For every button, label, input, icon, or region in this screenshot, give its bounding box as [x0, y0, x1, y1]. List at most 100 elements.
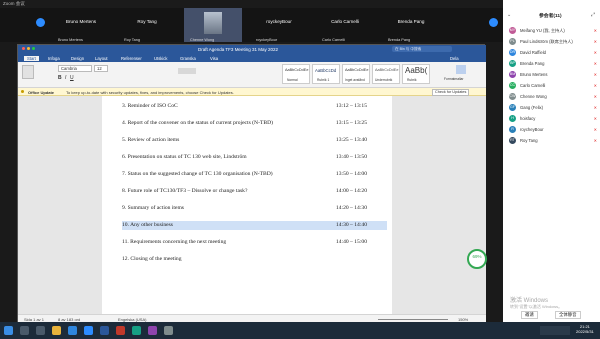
participant-row[interactable]: PL Paul Lindström (联席主持人) ✕ — [509, 38, 597, 47]
app-icon[interactable] — [132, 326, 141, 335]
search-icon[interactable] — [20, 326, 29, 335]
file-explorer-icon[interactable] — [52, 326, 61, 335]
style-label: Rubrik 1 — [317, 78, 330, 82]
tab-referenser[interactable]: Referenser — [121, 56, 142, 61]
agenda-item-time: 13:50 – 14:00 — [335, 171, 367, 177]
video-tile[interactable]: royckeyBour royckeyBour — [250, 8, 308, 42]
styles-pane-button[interactable]: Formatmallar — [442, 64, 482, 84]
avatar: CW — [509, 93, 516, 100]
mic-muted-icon[interactable]: ✕ — [594, 116, 597, 121]
edge-icon[interactable] — [68, 326, 77, 335]
participant-row[interactable]: MY Meifang YU (我, 主持人) ✕ — [509, 27, 597, 36]
search-field[interactable]: 在 Bin 与 中搜索 — [392, 46, 452, 52]
participant-row[interactable]: CW Chenne Wong ✕ — [509, 93, 597, 102]
style-normal[interactable]: AaBbCcDdEe Normal — [282, 64, 310, 84]
agenda-item: 4. Report of the convener on the status … — [122, 119, 387, 128]
video-tile[interactable]: Brenda Pang Brenda Pang — [382, 8, 440, 42]
mic-muted-icon[interactable]: ✕ — [594, 39, 597, 44]
close-dot-icon[interactable] — [22, 47, 25, 50]
style-preview: AaBbCcDd — [315, 68, 337, 73]
participant-row[interactable]: Hhoisfacy ✕ — [509, 115, 597, 124]
mic-muted-icon[interactable]: ✕ — [594, 61, 597, 66]
clock[interactable]: 21:21 2022/5/31 — [576, 324, 594, 334]
app-icon[interactable] — [164, 326, 173, 335]
participant-row[interactable]: RT Roy Tang ✕ — [509, 137, 597, 146]
video-tile[interactable]: Carlo Carnelli Carlo Carnelli — [316, 8, 374, 42]
share-button[interactable]: Dela — [450, 56, 459, 61]
font-name-select[interactable]: Cambria — [58, 65, 92, 72]
ribbon-home: Cambria 12 B I U AaBbCcDdEe Normal AaBbC… — [18, 62, 486, 88]
agenda-item: 9. Summary of action items 14:20 – 14:30 — [122, 204, 387, 213]
participant-row[interactable]: GF Gang (Felix) ✕ — [509, 104, 597, 113]
italic-icon[interactable]: I — [65, 75, 66, 81]
mic-muted-icon[interactable]: ✕ — [594, 138, 597, 143]
zoom-slider[interactable] — [378, 319, 448, 320]
participant-name: hoisfacy — [520, 116, 536, 121]
start-icon[interactable] — [4, 326, 13, 335]
mic-muted-icon[interactable]: ✕ — [594, 94, 597, 99]
agenda-item-time: 13:12 – 13:15 — [335, 103, 367, 109]
mute-all-button[interactable]: 全体静音 — [555, 311, 581, 319]
bold-icon[interactable]: B — [58, 75, 62, 81]
tab-visa[interactable]: Visa — [210, 56, 218, 61]
style-no-spacing[interactable]: AaBbCcDdEe Inget avstånd — [342, 64, 370, 84]
agenda-item-time: 14:40 – 15:00 — [335, 239, 367, 245]
font-size-select[interactable]: 12 — [94, 65, 108, 72]
paste-icon[interactable] — [22, 65, 34, 79]
mic-muted-icon[interactable]: ✕ — [594, 50, 597, 55]
agenda-item-text: 10. Any other business — [122, 222, 173, 228]
mic-muted-icon[interactable]: ✕ — [594, 105, 597, 110]
agenda-item-selected: 10. Any other business 14:30 – 14:40 — [122, 221, 387, 230]
app-icon[interactable] — [116, 326, 125, 335]
agenda-item-time: 13:40 – 13:50 — [335, 154, 367, 160]
participant-row[interactable]: DR David Raffield ✕ — [509, 49, 597, 58]
document-page[interactable]: 3. Reminder of ISO CoC 13:12 – 13:15 4. R… — [102, 96, 392, 314]
video-tile[interactable]: Chenne Wong — [184, 8, 242, 42]
invite-button[interactable]: 邀请 — [521, 311, 538, 319]
mic-muted-icon[interactable]: ✕ — [594, 72, 597, 77]
tab-layout[interactable]: Layout — [95, 56, 108, 61]
avatar: PL — [509, 38, 516, 45]
office-update-bar: Office Update To keep up-to-date with se… — [18, 88, 486, 96]
participants-panel: 参会者(11) ⌄ ⤢ MY Meifang YU (我, 主持人) ✕ PL Pau… — [503, 0, 600, 322]
tab-start[interactable]: Start — [24, 55, 39, 61]
participant-row[interactable]: RroycheyBour ✕ — [509, 126, 597, 135]
agenda-item-text: 4. Report of the convener on the status … — [122, 120, 273, 126]
participant-row[interactable]: CC Carlo Carnelli ✕ — [509, 82, 597, 91]
minimize-dot-icon[interactable] — [27, 47, 30, 50]
styles-pane-icon — [456, 65, 466, 74]
mic-muted-icon[interactable]: ✕ — [594, 127, 597, 132]
check-for-updates-button[interactable]: Check for Updates — [432, 89, 470, 96]
maximize-dot-icon[interactable] — [32, 47, 35, 50]
style-heading-1[interactable]: AaBbCcDd Rubrik 1 — [312, 64, 340, 84]
app-icon[interactable] — [148, 326, 157, 335]
update-message: To keep up-to-date with security updates… — [66, 89, 234, 95]
underline-icon[interactable]: U — [70, 75, 74, 81]
style-title[interactable]: AaBb( Rubrik — [402, 64, 430, 84]
participant-row[interactable]: BM Bruno Mertens ✕ — [509, 71, 597, 80]
zoom-app-icon[interactable] — [84, 326, 93, 335]
gallery-prev-button[interactable] — [36, 18, 45, 27]
tab-infoga[interactable]: Infoga — [48, 56, 60, 61]
gallery-next-button[interactable] — [489, 18, 498, 27]
mic-muted-icon[interactable]: ✕ — [594, 28, 597, 33]
participants-title: 参会者(11) — [539, 14, 562, 19]
update-title: Office Update — [28, 89, 55, 95]
system-tray-icons[interactable] — [540, 326, 570, 335]
popout-icon[interactable]: ⤢ — [591, 12, 595, 18]
collapse-icon[interactable]: ⌄ — [507, 12, 511, 18]
tab-design[interactable]: Design — [71, 56, 84, 61]
style-subtitle[interactable]: AaBbCcDdEe Underrubrik — [372, 64, 400, 84]
word-app-icon[interactable] — [100, 326, 109, 335]
video-tile[interactable]: Bruno Mertens Bruno Mertens — [52, 8, 110, 42]
task-view-icon[interactable] — [36, 326, 45, 335]
word-titlebar: Draft Agenda TF3 Meeting 31 May 2022 在 B… — [18, 45, 486, 54]
participant-row[interactable]: BP Brenda Pang ✕ — [509, 60, 597, 69]
video-tile[interactable]: Roy Tang Roy Tang — [118, 8, 176, 42]
document-canvas: 3. Reminder of ISO CoC 13:12 – 13:15 4. R… — [18, 96, 486, 314]
agenda-item: 8. Future role of TC130/TF3 – Dissolve o… — [122, 187, 387, 196]
paragraph-align-icons[interactable] — [178, 68, 196, 74]
tab-utskick[interactable]: Utskick — [154, 56, 168, 61]
tab-granska[interactable]: Granska — [180, 56, 196, 61]
mic-muted-icon[interactable]: ✕ — [594, 83, 597, 88]
